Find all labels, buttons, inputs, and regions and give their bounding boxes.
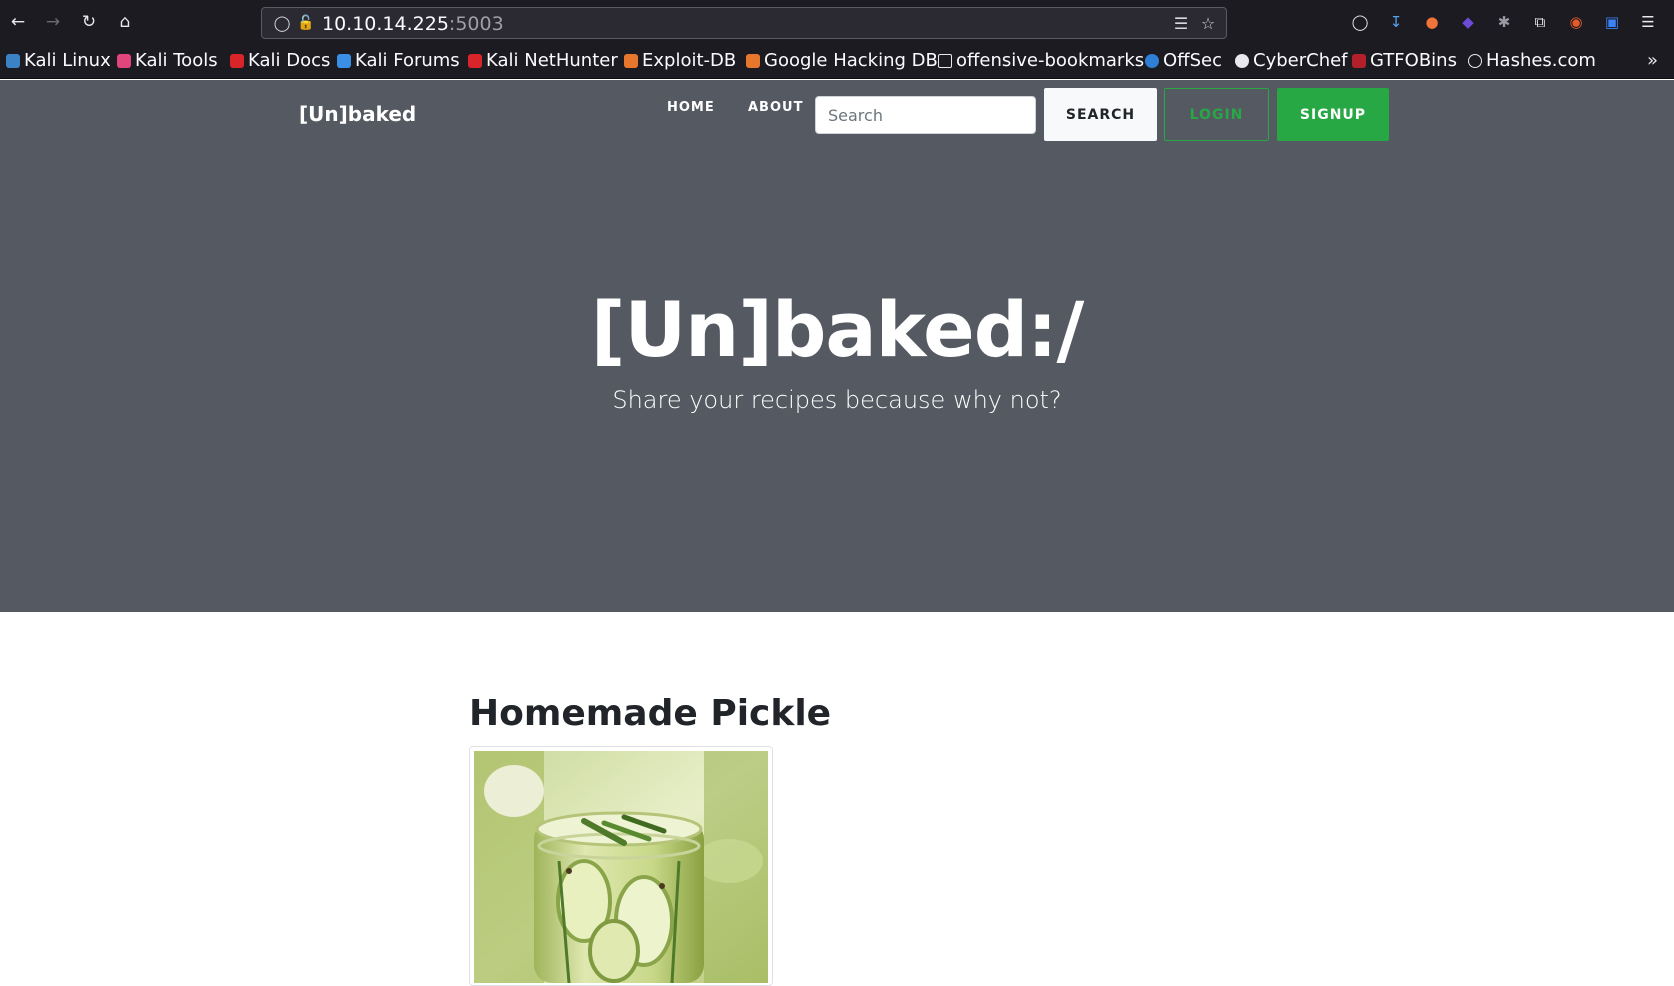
signup-button[interactable]: SIGNUP (1277, 88, 1389, 141)
kali-forums-icon (337, 54, 351, 68)
bookmark-label: Hashes.com (1486, 50, 1596, 71)
bookmark-label: offensive-bookmarks (956, 50, 1145, 71)
folder-icon (938, 54, 952, 68)
url-bar[interactable]: ◯ 🔓 10.10.14.225:5003 ☰ ☆ (261, 7, 1227, 39)
bookmark-label: Kali Tools (135, 50, 218, 71)
bookmark-kali-forums[interactable]: Kali Forums (337, 49, 460, 73)
bookmark-google-hacking-db[interactable]: Google Hacking DB (746, 49, 938, 73)
bookmark-label: Kali Linux (24, 50, 111, 71)
url-text[interactable]: 10.10.14.225:5003 (322, 14, 504, 34)
bookmark-label: Exploit-DB (642, 50, 737, 71)
bookmark-offsec[interactable]: OffSec (1145, 49, 1222, 73)
bookmark-label: Kali Forums (355, 50, 460, 71)
extension-puzzle-gray-icon[interactable]: ✱ (1493, 11, 1515, 33)
offsec-icon (1145, 54, 1159, 68)
more-bookmarks-icon[interactable]: » (1647, 49, 1658, 73)
translate-icon[interactable]: ☰ (1170, 13, 1192, 35)
lock-icon[interactable]: 🔓 (296, 13, 316, 33)
downloads-icon[interactable]: ↧ (1385, 11, 1407, 33)
extension-fox-icon[interactable]: ● (1421, 11, 1443, 33)
hero-title: [Un]baked:/ (590, 285, 1085, 374)
bookmark-label: GTFOBins (1370, 50, 1457, 71)
search-button[interactable]: SEARCH (1044, 88, 1157, 141)
bookmark-label: CyberChef (1253, 50, 1348, 71)
extensions-icon[interactable]: ⧉ (1529, 11, 1551, 33)
foxyproxy-icon[interactable]: ◉ (1565, 11, 1587, 33)
nethunter-icon (468, 54, 482, 68)
cyberchef-icon (1235, 54, 1249, 68)
bookmark-kali-nethunter[interactable]: Kali NetHunter (468, 49, 618, 73)
bookmark-gtfobins[interactable]: GTFOBins (1352, 49, 1457, 73)
nav-about-link[interactable]: ABOUT (748, 100, 803, 115)
bookmark-label: Kali Docs (248, 50, 331, 71)
forward-icon[interactable]: → (42, 11, 64, 33)
recipe-title[interactable]: Homemade Pickle (469, 690, 831, 738)
bookmark-folder-offensive-bookmarks[interactable]: offensive-bookmarks (938, 49, 1144, 73)
bookmark-exploit-db[interactable]: Exploit-DB (624, 49, 736, 73)
bookmark-cyberchef[interactable]: CyberChef (1235, 49, 1348, 73)
home-icon[interactable]: ⌂ (114, 11, 136, 33)
exploit-db-icon (624, 54, 638, 68)
kali-tools-icon (117, 54, 131, 68)
site-brand[interactable]: [Un]baked (299, 102, 416, 126)
kali-dragon-icon (6, 54, 20, 68)
menu-icon[interactable]: ☰ (1637, 11, 1659, 33)
url-port: :5003 (448, 13, 504, 35)
pickle-jar-image (474, 751, 768, 983)
back-icon[interactable]: ← (7, 11, 29, 33)
bookmark-star-icon[interactable]: ☆ (1197, 13, 1219, 35)
kali-docs-icon (230, 54, 244, 68)
url-host: 10.10.14.225 (322, 13, 449, 35)
bookmark-label: Kali NetHunter (486, 50, 618, 71)
tracking-shield-icon[interactable]: ◯ (272, 13, 292, 33)
globe-icon (1468, 54, 1482, 68)
ghdb-icon (746, 54, 760, 68)
bookmarks-bar: Kali Linux Kali Tools Kali Docs Kali For… (0, 44, 1674, 79)
hero-subtitle: Share your recipes because why not? (612, 386, 1062, 414)
search-input[interactable] (815, 96, 1036, 134)
extension-diamond-icon[interactable]: ◆ (1457, 11, 1479, 33)
bookmark-label: OffSec (1163, 50, 1222, 71)
reload-icon[interactable]: ↻ (78, 11, 100, 33)
nav-home-link[interactable]: HOME (667, 100, 715, 115)
bookmark-hashes-com[interactable]: Hashes.com (1468, 49, 1596, 73)
browser-toolbar: ← → ↻ ⌂ ◯ 🔓 10.10.14.225:5003 ☰ ☆ ◯ ↧ ● … (0, 0, 1674, 44)
gtfobins-icon (1352, 54, 1366, 68)
bookmark-kali-linux[interactable]: Kali Linux (6, 49, 111, 73)
translate-extension-icon[interactable]: ▣ (1601, 11, 1623, 33)
login-button[interactable]: LOGIN (1164, 88, 1269, 141)
bookmark-kali-docs[interactable]: Kali Docs (230, 49, 330, 73)
bookmark-label: Google Hacking DB (764, 50, 938, 71)
recipe-image-thumbnail[interactable] (469, 746, 773, 986)
bookmark-kali-tools[interactable]: Kali Tools (117, 49, 218, 73)
pocket-icon[interactable]: ◯ (1349, 11, 1371, 33)
